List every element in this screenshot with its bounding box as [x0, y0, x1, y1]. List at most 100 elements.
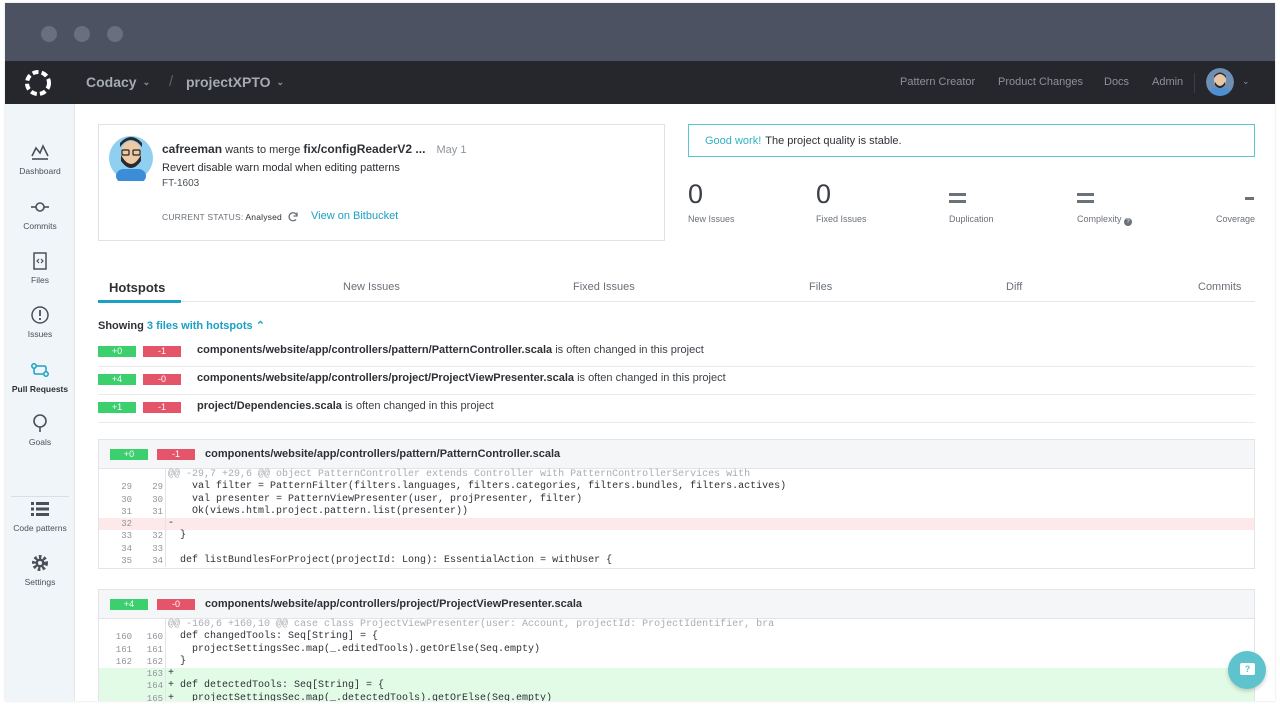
hotspot-suffix: is often changed in this project [555, 344, 704, 356]
nav-divider [1194, 73, 1195, 93]
sidebar-item-pull-requests[interactable]: Pull Requests [5, 360, 75, 394]
pr-branch: fix/configReaderV2 ... [303, 142, 426, 156]
sidebar-item-files[interactable]: Files [5, 251, 75, 285]
project-selector[interactable]: projectXPTO ⌄ [186, 74, 284, 90]
file-diff: +4 -0 components/website/app/controllers… [98, 589, 1255, 701]
diff-line-added: 165 + projectSettingsSec.map(_.detectedTo… [99, 692, 1254, 701]
status-label: CURRENT STATUS: [162, 212, 244, 222]
hotspot-text: components/website/app/controllers/proje… [197, 372, 726, 384]
pr-status: CURRENT STATUS: Analysed [162, 212, 282, 222]
gutter-divider [165, 493, 166, 506]
tab-commits[interactable]: Commits [1198, 281, 1241, 293]
code-text: def listBundlesForProject(projectId: Lon… [168, 555, 613, 567]
code-text: val presenter = PatternViewPresenter(use… [168, 493, 583, 505]
top-navigation: Codacy ⌄ / projectXPTO ⌄ Pattern Creator P… [5, 61, 1275, 104]
gutter-divider [165, 469, 166, 482]
diff-line: 162 162 } [99, 655, 1254, 669]
status-value: Analysed [245, 212, 282, 222]
hotspot-suffix: is often changed in this project [344, 400, 494, 412]
diff-hunk-header: @@ -160,6 +160,10 @@ case class ProjectV… [99, 619, 1254, 632]
code-text: + [168, 668, 175, 680]
sidebar-item-issues[interactable]: Issues [5, 305, 75, 339]
file-icon [33, 252, 47, 270]
diff-line: 160 160 def changedTools: Seq[String] = { [99, 631, 1254, 644]
hotspot-row[interactable]: +4 -0 components/website/app/controllers… [98, 367, 1255, 395]
code-text: projectSettingsSec.map(_.editedTools).ge… [168, 643, 541, 655]
code-text: def changedTools: Seq[String] = { [168, 631, 379, 643]
hotspot-file[interactable]: project/Dependencies.scala [197, 400, 342, 412]
pull-request-icon [31, 363, 49, 377]
diff-header: +0 -1 components/website/app/controllers… [99, 440, 1254, 469]
metric-label: Complexity [1077, 214, 1122, 224]
hotspots-toggle[interactable]: 3 files with hotspots [147, 320, 253, 332]
metric-complexity: Complexity ? [1077, 179, 1133, 226]
diff-line-removed: 32 - [99, 518, 1254, 531]
tab-diff[interactable]: Diff [1006, 281, 1022, 293]
new-line-number: 165 [146, 693, 163, 701]
deletions-badge: -1 [157, 449, 195, 460]
pr-date: May 1 [436, 144, 467, 156]
help-chat-button[interactable]: ? [1228, 651, 1266, 689]
pr-ticket-code: FT-1603 [162, 178, 200, 189]
nav-product-changes[interactable]: Product Changes [998, 76, 1083, 88]
sidebar-item-dashboard[interactable]: Dashboard [5, 142, 75, 176]
new-line-number: 31 [152, 506, 163, 517]
diff-hunk-header: @@ -29,7 +29,6 @@ object PatternControll… [99, 469, 1254, 482]
additions-badge: +0 [98, 346, 136, 357]
hotspot-row[interactable]: +0 -1 components/website/app/controllers… [98, 339, 1255, 367]
hotspot-row[interactable]: +1 -1 project/Dependencies.scala is ofte… [98, 395, 1255, 423]
sidebar-item-code-patterns[interactable]: Code patterns [5, 499, 75, 533]
refresh-icon[interactable] [287, 211, 299, 223]
codacy-logo-icon[interactable] [24, 69, 52, 97]
view-on-bitbucket-link[interactable]: View on Bitbucket [311, 210, 398, 222]
code-text: + def detectedTools: Seq[String] = { [168, 680, 385, 692]
sidebar-item-commits[interactable]: Commits [5, 197, 75, 231]
sidebar-item-goals[interactable]: Goals [5, 413, 75, 447]
metric-fixed-issues: 0 Fixed Issues [816, 179, 867, 224]
gutter-divider [165, 668, 166, 681]
additions-badge: +4 [110, 599, 148, 610]
old-line-number: 29 [121, 482, 132, 493]
diff-file-name[interactable]: components/website/app/controllers/proje… [205, 598, 582, 610]
help-circle-icon[interactable]: ? [1124, 218, 1133, 226]
pull-request-summary: cafreeman wants to merge fix/configReade… [98, 124, 665, 241]
nav-pattern-creator[interactable]: Pattern Creator [900, 76, 975, 88]
hotspot-file[interactable]: components/website/app/controllers/patte… [197, 344, 552, 356]
metric-label: Duplication [949, 214, 994, 224]
metric-value: 0 [688, 179, 704, 209]
diff-line: 161 161 projectSettingsSec.map(_.editedTo… [99, 643, 1254, 656]
code-text: + projectSettingsSec.map(_.detectedTools… [168, 692, 553, 701]
nav-admin[interactable]: Admin [1152, 76, 1183, 88]
tab-hotspots[interactable]: Hotspots [109, 280, 165, 295]
sidebar-item-settings[interactable]: Settings [5, 553, 75, 587]
equal-icon [1077, 179, 1094, 211]
pr-action-text: wants to merge [225, 144, 301, 156]
org-selector[interactable]: Codacy ⌄ [86, 74, 150, 90]
quality-good-label: Good work! [705, 135, 762, 147]
metric-new-issues: 0 New Issues [688, 179, 735, 224]
chevron-up-icon[interactable]: ⌃ [256, 320, 265, 332]
diff-file-name[interactable]: components/website/app/controllers/patte… [205, 448, 560, 460]
window-minimize-dot[interactable] [74, 26, 90, 42]
tab-files[interactable]: Files [809, 281, 832, 293]
diff-line-added: 164 + def detectedTools: Seq[String] = { [99, 680, 1254, 693]
pr-tabs: Hotspots New Issues Fixed Issues Files D… [98, 276, 1255, 303]
pr-author[interactable]: cafreeman [162, 142, 222, 156]
window-chrome [5, 3, 1275, 61]
sidebar-item-label: Goals [28, 437, 52, 447]
user-avatar[interactable] [1206, 68, 1234, 96]
deletions-badge: -0 [143, 374, 181, 385]
active-tab-indicator [98, 300, 181, 303]
tab-new-issues[interactable]: New Issues [343, 281, 400, 293]
window-maximize-dot[interactable] [107, 26, 123, 42]
chevron-down-icon[interactable]: ⌄ [1242, 76, 1250, 87]
diff-line-added: 163 + [99, 668, 1254, 681]
metric-coverage: Coverage [1215, 179, 1255, 224]
diff-line: 29 29 val filter = PatternFilter(filters.… [99, 481, 1254, 494]
tab-fixed-issues[interactable]: Fixed Issues [573, 281, 635, 293]
gear-icon [32, 555, 48, 571]
hotspot-file[interactable]: components/website/app/controllers/proje… [197, 372, 574, 384]
nav-docs[interactable]: Docs [1104, 76, 1129, 88]
window-close-dot[interactable] [41, 26, 57, 42]
showing-label: Showing [98, 320, 144, 332]
